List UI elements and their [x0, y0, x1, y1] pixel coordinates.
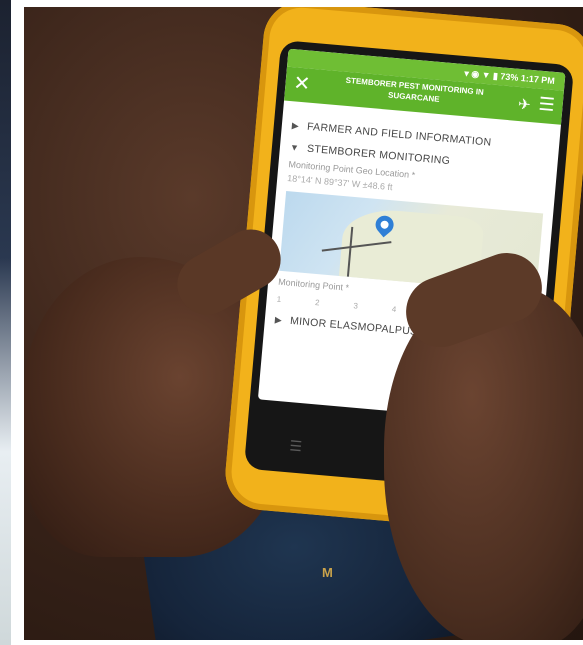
- slider-tick: 4: [391, 304, 397, 315]
- close-icon[interactable]: ✕: [293, 71, 312, 96]
- right-hand: [384, 287, 583, 640]
- left-photo-strip: [0, 0, 11, 645]
- slider-tick: 1: [276, 294, 282, 304]
- slider-tick: 3: [353, 301, 359, 311]
- slider-tick: 2: [314, 297, 320, 308]
- gps-icon[interactable]: ✈: [517, 95, 531, 114]
- chevron-right-icon: ▶: [291, 120, 300, 131]
- chevron-down-icon: ▼: [289, 142, 300, 153]
- photo-scene: M ▾ ◉ ▼ ▮ 73% 1:17 PM ✕ STEMBORER PEST M…: [24, 7, 583, 640]
- chevron-right-icon: ▶: [274, 314, 283, 326]
- monitoring-point-slider[interactable]: 1 2 3 4: [276, 295, 396, 314]
- cloth-print: M: [322, 565, 335, 580]
- menu-icon[interactable]: ☰: [538, 94, 556, 116]
- menu-key-icon[interactable]: ☰: [289, 437, 303, 455]
